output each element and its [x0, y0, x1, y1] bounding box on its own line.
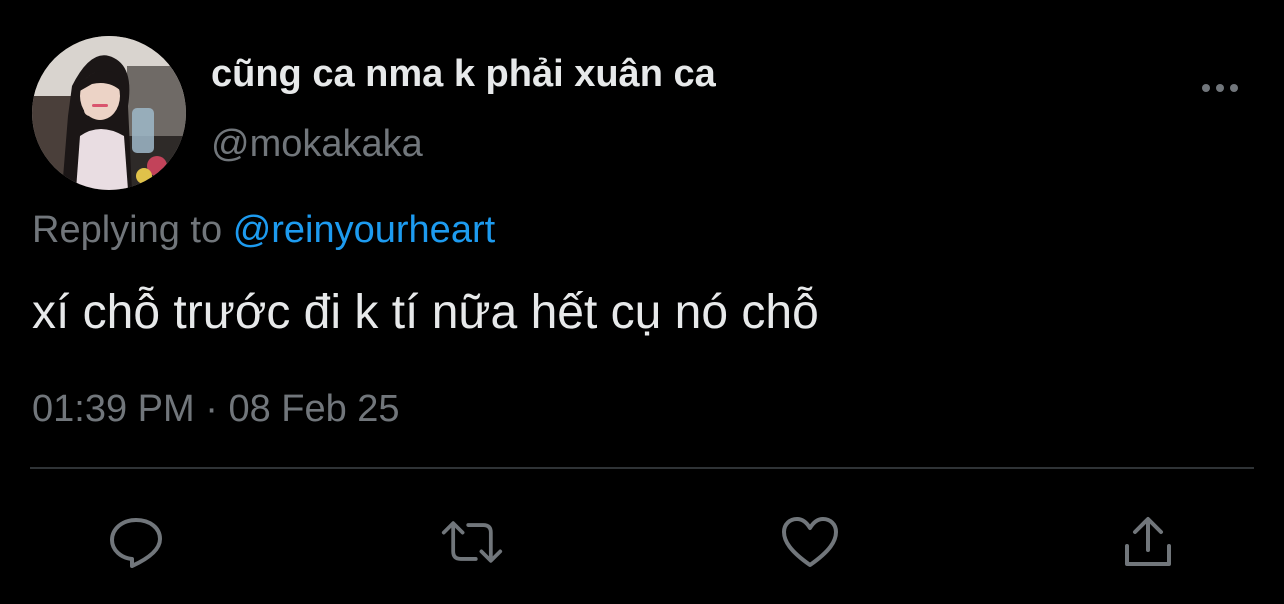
- tweet-time: 01:39 PM: [32, 388, 195, 430]
- reply-icon: [110, 518, 162, 568]
- retweet-button[interactable]: [440, 510, 504, 574]
- replying-to-line: Replying to @reinyourheart: [32, 208, 495, 252]
- replying-to-label: Replying to: [32, 209, 223, 251]
- reply-mention-link[interactable]: @reinyourheart: [233, 209, 495, 251]
- author-display-name[interactable]: cũng ca nma k phải xuân ca: [211, 52, 716, 96]
- reply-button[interactable]: [104, 510, 168, 574]
- more-options-button[interactable]: [1196, 72, 1244, 104]
- author-handle[interactable]: @mokakaka: [211, 122, 423, 166]
- like-icon: [782, 517, 838, 567]
- tweet-timestamp[interactable]: 01:39 PM · 08 Feb 25: [32, 387, 400, 431]
- like-button[interactable]: [778, 510, 842, 574]
- divider: [30, 467, 1254, 469]
- profile-photo: [32, 36, 186, 190]
- share-button[interactable]: [1116, 510, 1180, 574]
- share-icon: [1125, 517, 1171, 566]
- avatar[interactable]: [32, 36, 186, 190]
- timestamp-separator: ·: [205, 388, 218, 430]
- tweet-text: xí chỗ trước đi k tí nữa hết cụ nó chỗ: [32, 286, 819, 339]
- more-horizontal-icon: [1202, 84, 1238, 92]
- tweet-date: 08 Feb 25: [228, 388, 400, 430]
- retweet-icon: [441, 521, 503, 563]
